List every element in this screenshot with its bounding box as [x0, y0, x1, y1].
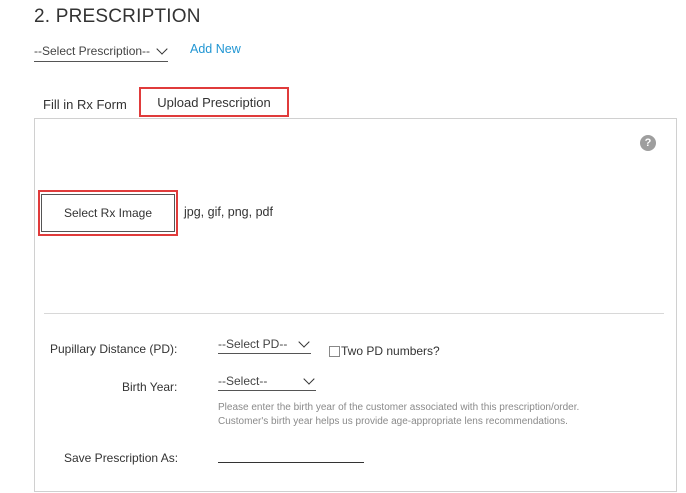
- save-prescription-input[interactable]: [218, 446, 364, 463]
- select-rx-image-button[interactable]: Select Rx Image: [38, 190, 178, 236]
- birth-year-label: Birth Year:: [122, 380, 178, 394]
- pd-select[interactable]: --Select PD--: [218, 334, 311, 354]
- chevron-down-icon: [298, 335, 310, 348]
- save-prescription-label: Save Prescription As:: [64, 451, 179, 465]
- pd-select-value: --Select PD--: [218, 336, 288, 351]
- add-new-link[interactable]: Add New: [190, 42, 241, 56]
- chevron-down-icon: [156, 42, 168, 55]
- prescription-select[interactable]: --Select Prescription--: [34, 40, 168, 62]
- pd-label: Pupillary Distance (PD):: [50, 342, 178, 356]
- two-pd-checkbox[interactable]: Two PD numbers?: [329, 344, 440, 358]
- two-pd-label: Two PD numbers?: [341, 344, 440, 358]
- chevron-down-icon: [303, 372, 315, 385]
- checkbox-icon[interactable]: [329, 345, 340, 357]
- help-icon[interactable]: ?: [640, 135, 656, 151]
- file-types-text: jpg, gif, png, pdf: [184, 205, 273, 219]
- prescription-select-value: --Select Prescription--: [34, 43, 150, 58]
- upload-panel: [34, 118, 677, 492]
- divider: [44, 313, 664, 314]
- section-title: 2. PRESCRIPTION: [34, 6, 201, 27]
- birth-year-note: Please enter the birth year of the custo…: [218, 401, 579, 429]
- birth-year-select-value: --Select--: [218, 373, 268, 388]
- birth-year-note-line-1: Please enter the birth year of the custo…: [218, 402, 580, 413]
- birth-year-note-line-2: Customer's birth year helps us provide a…: [218, 416, 568, 427]
- select-rx-image-label: Select Rx Image: [41, 194, 175, 232]
- tab-fill-in-rx-form[interactable]: Fill in Rx Form: [43, 97, 127, 112]
- birth-year-select[interactable]: --Select--: [218, 371, 316, 391]
- tab-upload-prescription[interactable]: Upload Prescription: [139, 87, 289, 117]
- tab-upload-prescription-label: Upload Prescription: [157, 94, 271, 110]
